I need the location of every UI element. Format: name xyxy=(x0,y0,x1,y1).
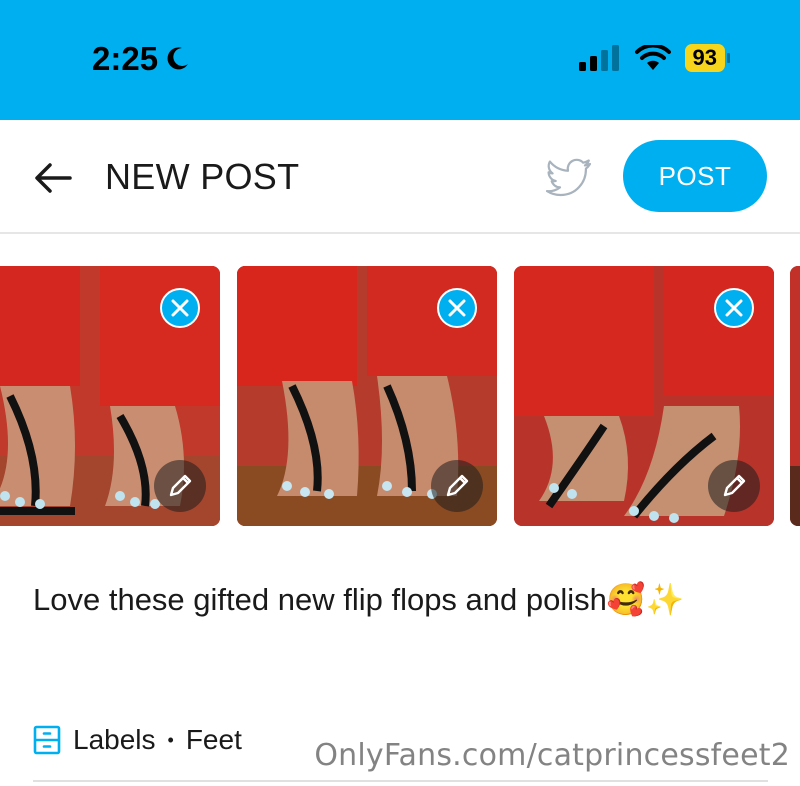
wifi-icon xyxy=(634,45,671,70)
edit-media-button[interactable] xyxy=(431,460,483,512)
new-post-header: NEW POST POST xyxy=(0,120,800,234)
media-thumbnail[interactable] xyxy=(514,266,774,526)
labels-separator: • xyxy=(167,729,174,750)
close-icon xyxy=(448,299,466,317)
battery-tip xyxy=(727,53,730,63)
media-strip[interactable] xyxy=(0,266,800,526)
twitter-share-button[interactable] xyxy=(545,158,593,198)
labels-value: Feet xyxy=(185,724,242,755)
status-bar: 2:25 93 xyxy=(0,0,800,120)
pencil-icon xyxy=(723,474,746,497)
media-thumbnail[interactable] xyxy=(790,266,800,526)
labels-cabinet-icon xyxy=(33,725,61,755)
post-caption-input[interactable]: Love these gifted new flip flops and pol… xyxy=(33,578,773,622)
remove-media-button[interactable] xyxy=(714,288,754,328)
watermark-text: OnlyFans.com/catprincessfeet2 xyxy=(314,738,790,773)
media-thumbnail[interactable] xyxy=(237,266,497,526)
media-thumbnail[interactable] xyxy=(0,266,220,526)
close-icon xyxy=(171,299,189,317)
time-text: 2:25 xyxy=(92,40,159,77)
battery-indicator: 93 xyxy=(684,44,730,72)
edit-media-button[interactable] xyxy=(708,460,760,512)
close-icon xyxy=(725,299,743,317)
signal-icon xyxy=(578,45,619,71)
remove-media-button[interactable] xyxy=(160,288,200,328)
post-button[interactable]: POST xyxy=(623,140,767,212)
arrow-left-icon xyxy=(35,163,72,193)
status-icons: 93 xyxy=(578,44,730,72)
feet-photo-image xyxy=(790,266,800,526)
pencil-icon xyxy=(169,474,192,497)
pencil-icon xyxy=(446,474,469,497)
edit-media-button[interactable] xyxy=(154,460,206,512)
twitter-icon xyxy=(545,158,592,197)
battery-level: 93 xyxy=(684,44,725,72)
labels-row[interactable]: Labels • Feet xyxy=(33,720,242,760)
labels-label: Labels xyxy=(73,724,156,755)
back-button[interactable] xyxy=(32,160,76,196)
moon-icon xyxy=(167,47,189,70)
divider xyxy=(33,780,768,782)
page-title: NEW POST xyxy=(105,156,300,197)
remove-media-button[interactable] xyxy=(437,288,477,328)
status-time: 2:25 xyxy=(92,40,190,78)
